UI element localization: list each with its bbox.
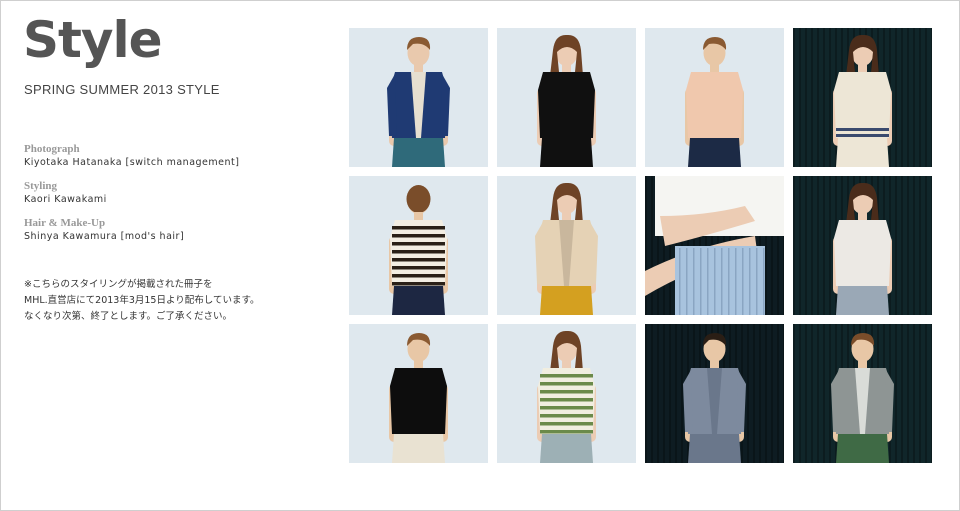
- style-photo-image: [645, 324, 784, 463]
- credits: Photograph Kiyotaka Hatanaka [switch man…: [24, 142, 324, 253]
- credit-name: Shinya Kawamura [mod's hair]: [24, 231, 185, 242]
- style-photo-look-01[interactable]: [349, 28, 488, 167]
- style-photo-grid: [349, 28, 933, 464]
- style-photo-image: [497, 324, 636, 463]
- style-photo-image: [349, 28, 488, 167]
- credit-styling: Styling Kaori Kawakami: [24, 179, 324, 206]
- style-photo-image: [497, 176, 636, 315]
- page-frame: Style SPRING SUMMER 2013 STYLE Photograp…: [0, 0, 960, 511]
- style-photo-image: [497, 28, 636, 167]
- page-subtitle: SPRING SUMMER 2013 STYLE: [24, 82, 220, 97]
- credit-role: Photograph: [24, 143, 80, 155]
- note-line: なくなり次第、終了とします。ご了承ください。: [24, 311, 233, 322]
- style-photo-image: [793, 324, 932, 463]
- page-title: Style: [23, 11, 163, 69]
- style-photo-look-09[interactable]: [349, 324, 488, 463]
- style-photo-look-12[interactable]: [793, 324, 932, 463]
- style-photo-look-04[interactable]: [793, 28, 932, 167]
- style-photo-look-11[interactable]: [645, 324, 784, 463]
- credit-role: Styling: [24, 180, 58, 192]
- style-photo-image: [645, 28, 784, 167]
- style-photo-look-07[interactable]: [645, 176, 784, 315]
- style-photo-image: [349, 324, 488, 463]
- credit-name: Kaori Kawakami: [24, 194, 107, 205]
- style-photo-image: [793, 28, 932, 167]
- credit-hair-makeup: Hair & Make-Up Shinya Kawamura [mod's ha…: [24, 216, 324, 243]
- distribution-note: ※こちらのスタイリングが掲載された冊子を MHL.直営店にて2013年3月15日…: [24, 277, 324, 325]
- style-photo-look-06[interactable]: [497, 176, 636, 315]
- style-photo-image: [793, 176, 932, 315]
- credit-name: Kiyotaka Hatanaka [switch management]: [24, 157, 240, 168]
- note-line: MHL.直営店にて2013年3月15日より配布しています。: [24, 295, 260, 306]
- credit-role: Hair & Make-Up: [24, 217, 106, 229]
- style-photo-look-08[interactable]: [793, 176, 932, 315]
- style-photo-look-03[interactable]: [645, 28, 784, 167]
- style-photo-image: [645, 176, 784, 315]
- style-photo-look-10[interactable]: [497, 324, 636, 463]
- note-line: ※こちらのスタイリングが掲載された冊子を: [24, 279, 213, 290]
- credit-photograph: Photograph Kiyotaka Hatanaka [switch man…: [24, 142, 324, 169]
- style-photo-image: [349, 176, 488, 315]
- style-photo-look-05[interactable]: [349, 176, 488, 315]
- style-photo-look-02[interactable]: [497, 28, 636, 167]
